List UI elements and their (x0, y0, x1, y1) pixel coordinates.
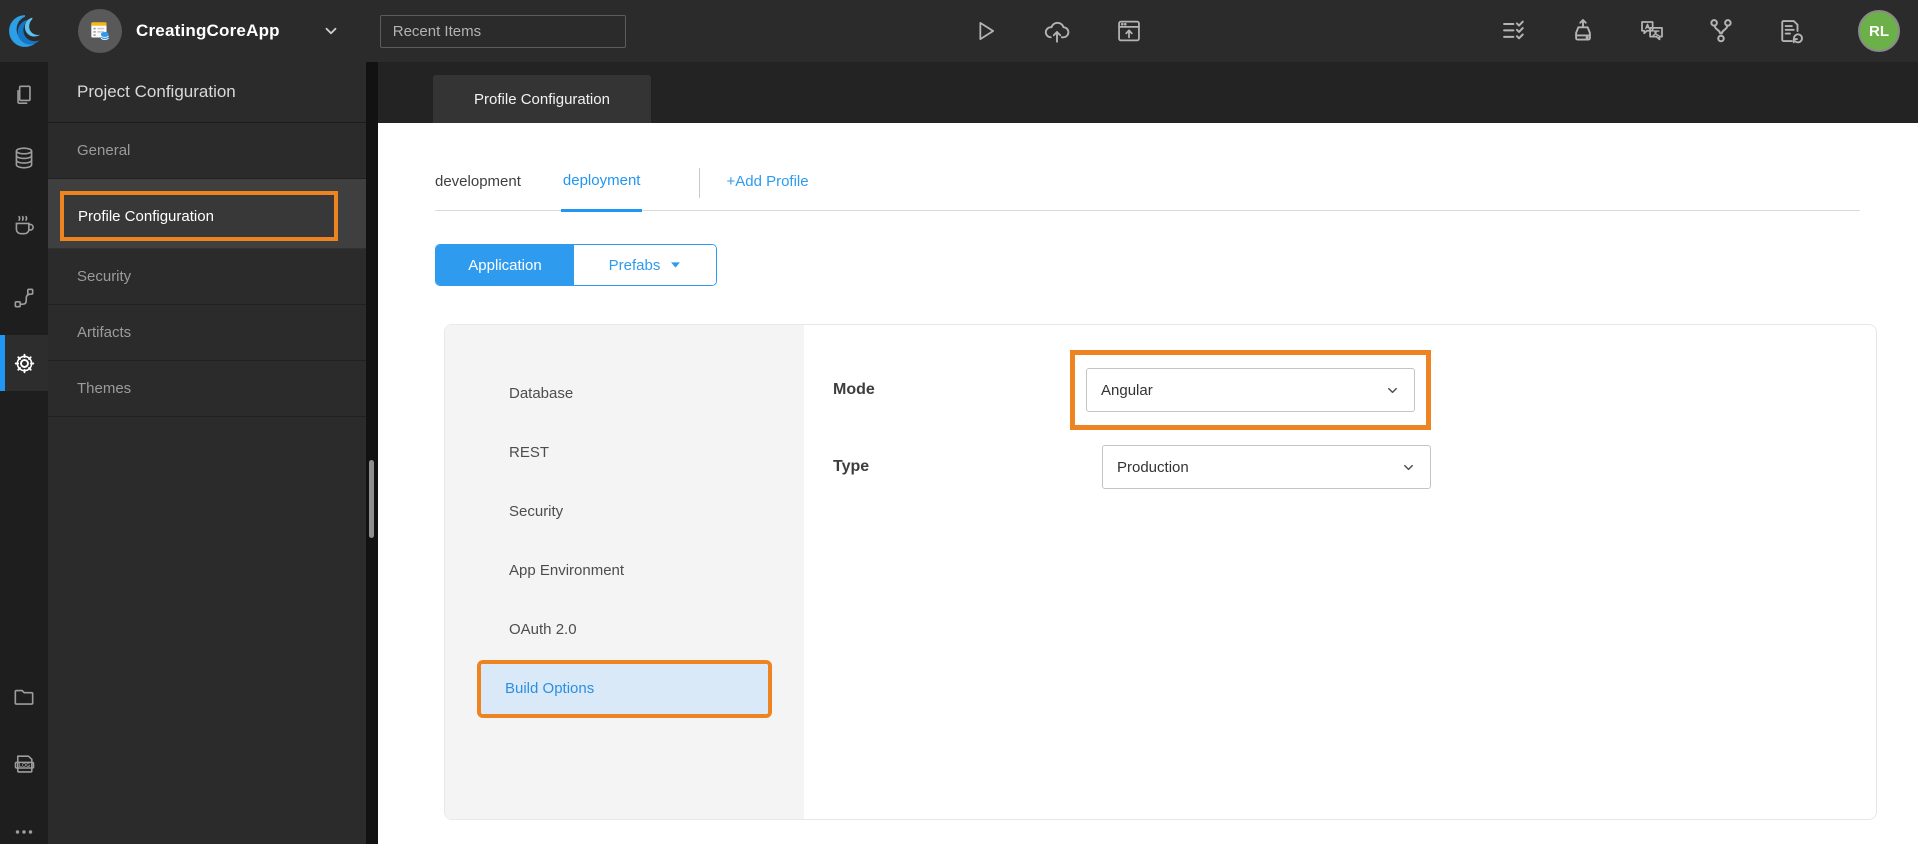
file-explorer-icon[interactable] (0, 669, 48, 725)
build-options-form: Mode Angular Type Production (804, 325, 1876, 819)
menu-item-rest[interactable]: REST (445, 423, 804, 482)
build-options-card: Database REST Security App Environment O… (444, 324, 1877, 820)
topbar-utility-actions: RL (1499, 0, 1900, 62)
sidebar-item-profile-configuration[interactable]: Profile Configuration (48, 179, 366, 249)
database-icon[interactable] (0, 130, 48, 186)
menu-item-build-options[interactable]: Build Options (481, 663, 768, 714)
mode-label: Mode (833, 381, 875, 398)
project-configuration-sidebar: Project Configuration General Profile Co… (48, 62, 366, 844)
left-icon-rail: LOG (0, 62, 48, 844)
translate-icon[interactable] (1637, 16, 1667, 46)
recent-items-input[interactable] (379, 14, 626, 48)
menu-item-app-environment[interactable]: App Environment (445, 541, 804, 600)
more-options-icon[interactable] (0, 804, 48, 860)
prefabs-caret-icon (671, 262, 681, 268)
application-segment[interactable]: Application (436, 245, 574, 285)
prefabs-segment[interactable]: Prefabs (574, 245, 716, 285)
build-options-annotation-box: Build Options (477, 659, 772, 718)
wavemaker-logo-icon[interactable] (0, 13, 50, 49)
tab-development[interactable]: development (435, 173, 521, 210)
topbar: CreatingCoreApp Recent Items RL (0, 0, 1918, 62)
mode-select[interactable]: Angular (1086, 368, 1415, 412)
mode-row: Mode Angular (833, 350, 1876, 430)
chevron-down-icon (1401, 460, 1416, 475)
profile-configuration-annotation-box: Profile Configuration (60, 191, 338, 241)
config-menu-panel: Database REST Security App Environment O… (445, 325, 804, 819)
topbar-run-actions (970, 0, 1144, 62)
type-row: Type Production (833, 445, 1876, 489)
workspace-tabstrip: Profile Configuration (378, 62, 1918, 123)
application-prefabs-toggle: Application Prefabs (435, 244, 717, 286)
menu-item-database[interactable]: Database (445, 364, 804, 423)
chevron-down-icon (1385, 383, 1400, 398)
profile-tabs: development deployment +Add Profile (435, 168, 1860, 212)
logs-icon[interactable]: LOG (0, 735, 48, 791)
pages-icon[interactable] (0, 67, 48, 123)
preview-run-icon[interactable] (970, 16, 1000, 46)
tab-deployment[interactable]: deployment (560, 172, 643, 212)
sync-project-icon[interactable] (1775, 16, 1805, 46)
sidebar-title: Project Configuration (48, 62, 366, 123)
project-switch-chevron-icon[interactable] (322, 22, 340, 40)
sidebar-item-general[interactable]: General (48, 123, 366, 179)
api-orchestration-icon[interactable] (0, 270, 48, 326)
sidebar-item-themes[interactable]: Themes (48, 361, 366, 417)
sidebar-item-artifacts[interactable]: Artifacts (48, 305, 366, 361)
project-avatar-icon[interactable] (78, 9, 122, 53)
deploy-icon[interactable] (1568, 16, 1598, 46)
type-label: Type (833, 458, 870, 475)
menu-item-security[interactable]: Security (445, 482, 804, 541)
svg-text:LOG: LOG (18, 762, 29, 768)
sidebar-scrollbar[interactable] (366, 62, 378, 844)
main-content: Profile Configuration development deploy… (378, 62, 1918, 844)
settings-gear-icon[interactable] (0, 335, 48, 391)
type-select[interactable]: Production (1102, 445, 1431, 489)
app-name: CreatingCoreApp (136, 21, 280, 40)
sidebar-item-security[interactable]: Security (48, 249, 366, 305)
mode-annotation-box: Angular (1070, 350, 1431, 430)
menu-item-oauth[interactable]: OAuth 2.0 (445, 600, 804, 659)
add-profile-button[interactable]: +Add Profile (726, 173, 808, 210)
tabs-divider (699, 168, 701, 198)
java-services-icon[interactable] (0, 197, 48, 253)
export-app-icon[interactable] (1114, 16, 1144, 46)
user-avatar[interactable]: RL (1858, 10, 1900, 52)
checklist-icon[interactable] (1499, 16, 1529, 46)
mode-value: Angular (1101, 381, 1153, 399)
version-control-icon[interactable] (1706, 16, 1736, 46)
sidebar-item-label: Profile Configuration (78, 207, 214, 225)
cloud-push-icon[interactable] (1042, 16, 1072, 46)
type-value: Production (1117, 458, 1189, 476)
tab-profile-configuration[interactable]: Profile Configuration (433, 75, 651, 123)
prefabs-label: Prefabs (608, 256, 661, 274)
sidebar-scrollbar-thumb[interactable] (369, 460, 374, 538)
